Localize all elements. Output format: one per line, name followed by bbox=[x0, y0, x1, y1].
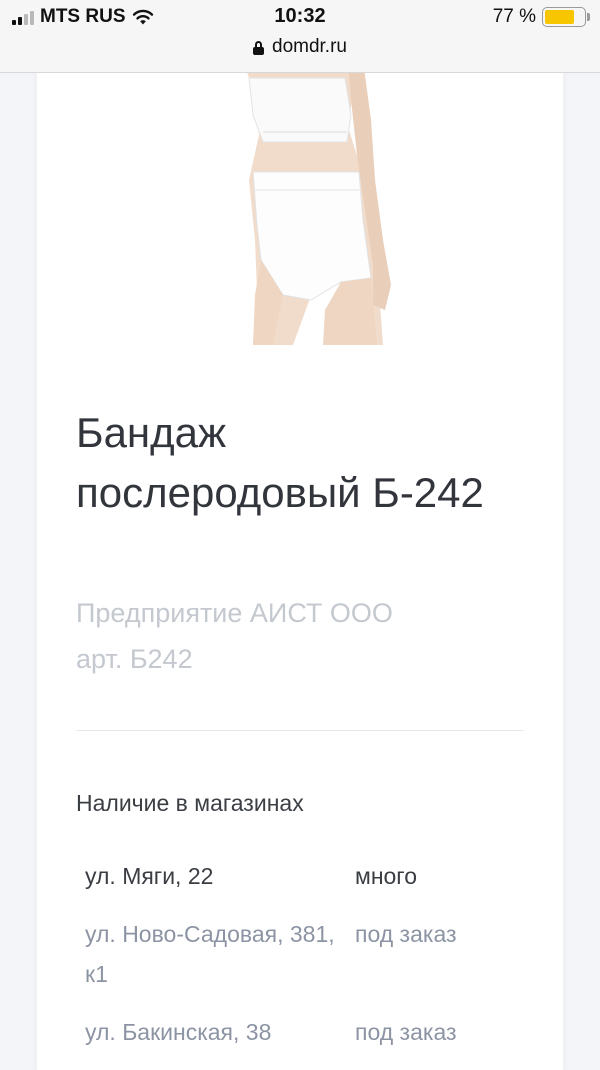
store-row[interactable]: ул. Ново-Садовая, 381, к1 под заказ bbox=[85, 914, 525, 994]
product-photo-illustration bbox=[213, 60, 437, 345]
product-meta: Предприятие АИСТ ООО арт. Б242 bbox=[76, 590, 516, 682]
product-image[interactable] bbox=[213, 60, 437, 345]
store-row[interactable]: ул. Мяги, 22 много bbox=[85, 856, 525, 896]
store-stock-status: много bbox=[355, 863, 417, 889]
store-address: ул. Бакинская, 38 bbox=[85, 1019, 272, 1045]
lock-icon bbox=[253, 41, 264, 55]
address-bar[interactable]: domdr.ru bbox=[0, 36, 600, 58]
store-availability-list: ул. Мяги, 22 много ул. Ново-Садовая, 381… bbox=[85, 856, 525, 1070]
section-divider bbox=[76, 730, 524, 731]
article-number: арт. Б242 bbox=[76, 644, 193, 674]
store-row[interactable]: ул. Бакинская, 38 под заказ bbox=[85, 1012, 525, 1052]
manufacturer-name[interactable]: Предприятие АИСТ ООО bbox=[76, 590, 516, 636]
battery-percent: 77 % bbox=[492, 6, 536, 27]
url-text[interactable]: domdr.ru bbox=[272, 36, 347, 58]
battery-status: 77 % bbox=[492, 6, 590, 28]
store-stock-status: под заказ bbox=[355, 1019, 457, 1045]
store-address: ул. Ново-Садовая, 381, к1 bbox=[85, 921, 335, 987]
store-stock-status: под заказ bbox=[355, 921, 457, 947]
availability-heading: Наличие в магазинах bbox=[76, 790, 304, 816]
product-card: Бандаж послеродовый Б-242 Предприятие АИ… bbox=[37, 60, 563, 1070]
store-address: ул. Мяги, 22 bbox=[85, 863, 214, 889]
battery-icon bbox=[542, 7, 590, 27]
ios-status-and-url-bar: MTS RUS 10:32 77 % domdr.ru bbox=[0, 0, 600, 73]
product-title: Бандаж послеродовый Б-242 bbox=[76, 409, 484, 516]
battery-fill bbox=[545, 10, 575, 24]
